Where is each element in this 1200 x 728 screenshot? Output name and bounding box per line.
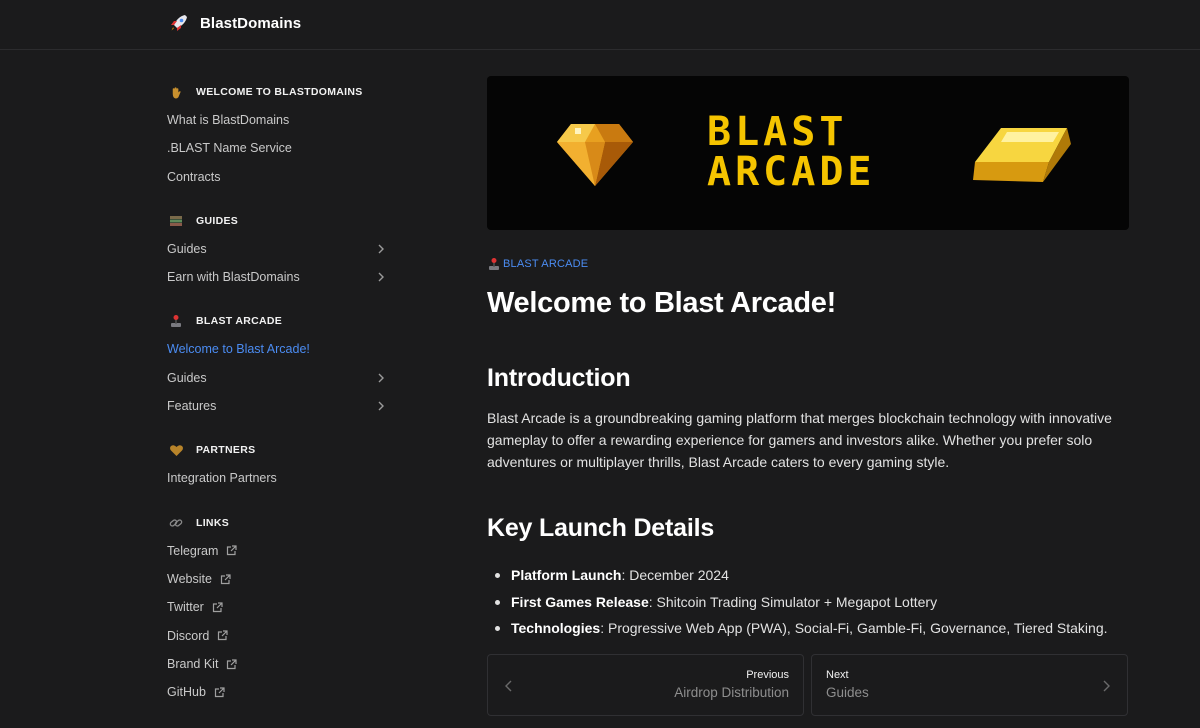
chevron-right-icon [378, 373, 384, 383]
banner-title: BLAST ARCADE [707, 112, 876, 192]
heart-hands-icon [168, 442, 184, 458]
sidebar-item-arcade-guides[interactable]: Guides [160, 364, 400, 392]
previous-label: Previous [746, 669, 789, 681]
sidebar-item-integration-partners[interactable]: Integration Partners [160, 464, 400, 492]
sidebar-item-label: Guides [167, 370, 207, 385]
sidebar-item-label: Telegram [167, 543, 219, 558]
joystick-icon [489, 258, 499, 270]
next-label: Next [826, 669, 849, 681]
link-icon [168, 515, 184, 531]
sidebar-item-earn[interactable]: Earn with BlastDomains [160, 263, 400, 291]
list-item-value: : Progressive Web App (PWA), Social-Fi, … [600, 620, 1108, 637]
pixel-gem-icon [557, 124, 633, 186]
sidebar-item-features[interactable]: Features [160, 392, 400, 420]
chevron-right-icon [378, 401, 384, 411]
sidebar-item-label: Brand Kit [167, 656, 219, 671]
sidebar-item-label: Guides [167, 241, 207, 256]
blast-arcade-banner: BLAST ARCADE [487, 76, 1129, 230]
section-title: BLAST ARCADE [196, 315, 283, 328]
sidebar-item-label: GitHub [167, 685, 206, 700]
next-title: Guides [826, 685, 869, 700]
chevron-right-icon [378, 272, 384, 282]
intro-paragraph: Blast Arcade is a groundbreaking gaming … [487, 410, 1112, 470]
banner-line-2: ARCADE [707, 149, 876, 195]
main-content: BLAST ARCADE BLAST ARCADE Welcome to Bla… [487, 76, 1129, 642]
section-title: LINKS [196, 516, 229, 529]
list-item: First Games Release: Shitcoin Trading Si… [487, 589, 1129, 616]
sidebar-item-guides[interactable]: Guides [160, 235, 400, 263]
next-page-link[interactable]: Next Guides [811, 654, 1128, 716]
brand-link[interactable]: BlastDomains [168, 12, 301, 34]
section-title: GUIDES [196, 214, 239, 227]
external-link-icon [227, 658, 238, 669]
section-heading-links: LINKS [160, 509, 400, 537]
list-item: Technologies: Progressive Web App (PWA),… [487, 615, 1129, 642]
sidebar-item-telegram[interactable]: Telegram [160, 537, 400, 565]
rocket-icon [171, 15, 187, 31]
section-heading-welcome: WELCOME TO BLASTDOMAINS [160, 78, 400, 106]
sidebar-item-brand-kit[interactable]: Brand Kit [160, 650, 400, 678]
external-link-icon [214, 687, 225, 697]
chevron-left-icon [505, 680, 512, 692]
list-item: Platform Launch: December 2024 [487, 562, 1129, 589]
sidebar: WELCOME TO BLASTDOMAINS What is BlastDom… [160, 78, 400, 706]
chevron-right-icon [378, 244, 384, 254]
external-link-icon [227, 545, 238, 556]
external-link-icon [212, 602, 223, 613]
previous-page-link[interactable]: Previous Airdrop Distribution [487, 654, 804, 716]
sidebar-item-what-is[interactable]: What is BlastDomains [160, 106, 400, 134]
external-link-icon [220, 574, 231, 584]
sidebar-item-label: Twitter [167, 600, 204, 615]
intro-heading: Introduction [487, 364, 631, 392]
sidebar-item-contracts[interactable]: Contracts [160, 163, 400, 191]
sidebar-item-label: .BLAST Name Service [167, 141, 292, 156]
previous-title: Airdrop Distribution [674, 685, 789, 700]
sidebar-item-website[interactable]: Website [160, 565, 400, 593]
list-item-value: : December 2024 [621, 567, 729, 583]
sidebar-item-label: What is BlastDomains [167, 113, 290, 127]
sidebar-item-label: Integration Partners [167, 471, 277, 486]
sidebar-item-welcome-arcade[interactable]: Welcome to Blast Arcade! [160, 335, 400, 363]
section-heading-partners: PARTNERS [160, 436, 400, 464]
list-item-term: Platform Launch [511, 567, 622, 583]
page-navigation: Previous Airdrop Distribution Next Guide… [487, 654, 1129, 716]
section-heading-guides: GUIDES [160, 207, 400, 235]
brand-name: BlastDomains [200, 14, 302, 32]
sidebar-item-discord[interactable]: Discord [160, 622, 400, 650]
section-title: WELCOME TO BLASTDOMAINS [196, 86, 363, 98]
section-title: PARTNERS [196, 444, 256, 457]
chevron-right-icon [1103, 680, 1110, 692]
list-item-term: Technologies [511, 620, 601, 637]
pixel-gold-bar-icon [973, 128, 1071, 182]
sidebar-item-name-service[interactable]: .BLAST Name Service [160, 134, 400, 162]
list-item-value: : Shitcoin Trading Simulator + Megapot L… [648, 593, 938, 610]
launch-heading: Key Launch Details [487, 514, 715, 542]
banner-line-1: BLAST [707, 109, 848, 155]
list-item-term: First Games Release [511, 593, 649, 610]
external-link-icon [218, 630, 228, 641]
sidebar-item-label: Features [167, 399, 217, 414]
launch-details-list: Platform Launch: December 2024 First Gam… [487, 562, 1129, 642]
section-heading-blast-arcade: BLAST ARCADE [160, 307, 400, 335]
sidebar-item-twitter[interactable]: Twitter [160, 593, 400, 621]
sidebar-item-label: Discord [167, 628, 210, 643]
top-bar: BlastDomains [0, 0, 1200, 50]
breadcrumb-label: BLAST ARCADE [503, 258, 589, 270]
breadcrumb[interactable]: BLAST ARCADE [487, 257, 1129, 271]
sidebar-item-label: Welcome to Blast Arcade! [167, 342, 310, 357]
sidebar-item-label: Earn with BlastDomains [167, 270, 300, 285]
sidebar-item-label: Contracts [167, 169, 221, 184]
sidebar-item-label: Website [167, 571, 212, 586]
books-icon [168, 213, 184, 229]
sidebar-item-github[interactable]: GitHub [160, 678, 400, 706]
page-title: Welcome to Blast Arcade! [487, 287, 836, 319]
joystick-icon [168, 313, 184, 329]
waving-hand-icon [168, 84, 184, 100]
